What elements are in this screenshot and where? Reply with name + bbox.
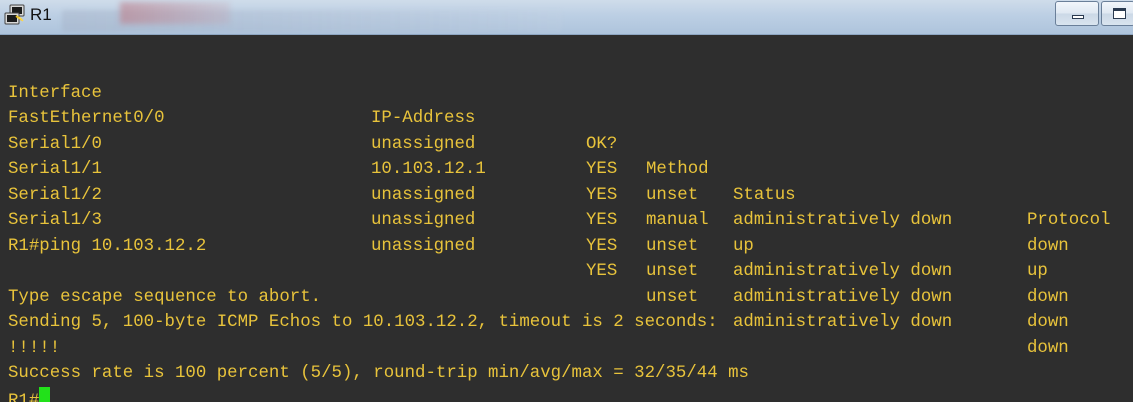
success-message-line: Success rate is 100 percent (5/5), round…: [0, 336, 1133, 383]
table-row: Serial1/1 unassigned YES unset administr…: [0, 132, 1133, 307]
prompt-line[interactable]: R1#: [0, 361, 1133, 402]
command-prompt[interactable]: R1#: [8, 386, 51, 402]
maximize-icon: [1113, 8, 1126, 19]
terminal-output[interactable]: Interface IP-Address OK? Method Status P…: [0, 55, 1133, 402]
minimize-button[interactable]: [1055, 1, 1099, 26]
minimize-icon: [1072, 15, 1084, 19]
text-cursor: [39, 386, 51, 402]
table-header: Interface IP-Address OK? Method Status P…: [0, 55, 1133, 231]
maximize-button[interactable]: [1101, 1, 1133, 26]
table-row: Serial1/0 10.103.12.1 YES manual up up: [0, 106, 1133, 282]
terminal-margin: [0, 35, 1133, 55]
title-bar[interactable]: R1: [0, 0, 1133, 35]
window-title: R1: [30, 5, 52, 24]
terminal-window: R1 Interface IP-Address OK? Method Statu…: [0, 0, 1133, 402]
putty-terminal-icon[interactable]: [4, 4, 26, 26]
blurred-region: [120, 2, 230, 24]
sending-message-line: Sending 5, 100-byte ICMP Echos to 10.103…: [0, 285, 1133, 332]
table-row: Serial1/3 unassigned YES unset administr…: [0, 183, 1133, 358]
prompt-text: R1#: [8, 391, 40, 402]
table-row: FastEthernet0/0 unassigned YES unset adm…: [0, 81, 1133, 256]
table-row: Serial1/2 unassigned YES unset administr…: [0, 157, 1133, 333]
escape-message-line: Type escape sequence to abort.: [0, 259, 1133, 307]
ping-result-line: !!!!!: [0, 310, 1133, 358]
ping-command-line: R1#ping 10.103.12.2: [0, 208, 1133, 256]
